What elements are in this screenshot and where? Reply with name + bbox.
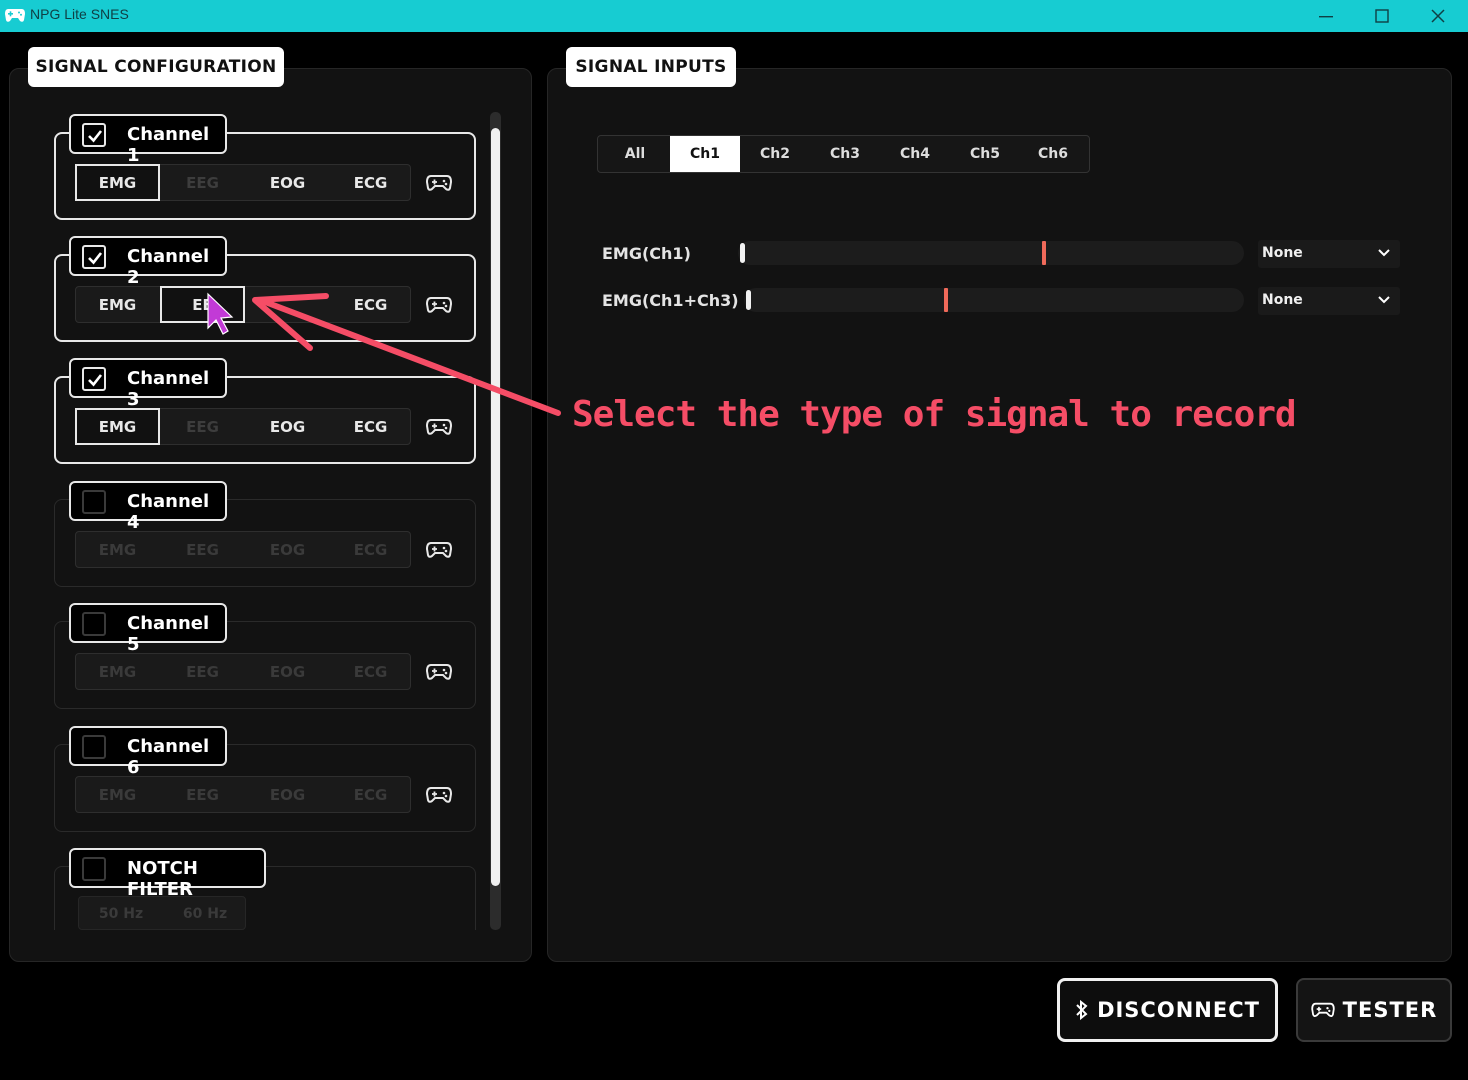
channel-4-eog-option[interactable]: EOG [245,531,330,568]
signal-label: EMG(Ch1) [602,244,691,263]
channel-4-ecg-option[interactable]: ECG [328,531,413,568]
notch-filter-label: NOTCH FILTER [127,858,198,900]
channel-6-eog-option[interactable]: EOG [245,776,330,813]
annotation-text: Select the type of signal to record [572,394,1297,435]
channel-1-emg-option[interactable]: EMG [75,164,160,201]
signal-inputs-title: SIGNAL INPUTS [566,47,736,87]
tab-ch1[interactable]: Ch1 [670,136,740,172]
channel-5-ecg-option[interactable]: ECG [328,653,413,690]
channel-5-emg-option[interactable]: EMG [75,653,160,690]
channel-1-eog-option[interactable]: EOG [245,164,330,201]
channel-4-signal-selector: EMG EEG EOG ECG [75,531,411,568]
tab-ch5[interactable]: Ch5 [950,136,1020,172]
disconnect-label: DISCONNECT [1097,998,1260,1022]
signal-bar-start [746,290,751,310]
channel-4-checkbox[interactable] [82,490,106,514]
signal-level-bar [738,241,1244,265]
channel-2-header[interactable]: Channel 2 [69,236,227,288]
channel-6-checkbox[interactable] [82,735,106,759]
check-icon [88,374,103,387]
notch-filter-checkbox[interactable] [82,857,106,881]
gamepad-icon [1310,1001,1335,1019]
channel-6-label: Channel 6 [127,736,210,778]
disconnect-button[interactable]: DISCONNECT [1057,978,1278,1042]
signal-configuration-title: SIGNAL CONFIGURATION [28,47,284,87]
dropdown-value: None [1262,245,1303,261]
channel-1-ecg-option[interactable]: ECG [328,164,413,201]
tab-ch2[interactable]: Ch2 [740,136,810,172]
signal-label: EMG(Ch1+Ch3) [602,291,739,310]
bluetooth-icon [1075,999,1089,1021]
channel-6-eeg-option[interactable]: EEG [160,776,245,813]
signal-bar-start [740,243,745,263]
channel-5-header[interactable]: Channel 5 [69,603,227,655]
signal-level-bar [744,288,1244,312]
channel-2-emg-option[interactable]: EMG [75,286,160,323]
tab-ch3[interactable]: Ch3 [810,136,880,172]
gamepad-icon[interactable] [426,540,452,560]
channel-5-checkbox[interactable] [82,612,106,636]
notch-60hz-option[interactable]: 60 Hz [163,897,247,931]
tab-ch4[interactable]: Ch4 [880,136,950,172]
channel-4-eeg-option[interactable]: EEG [160,531,245,568]
gamepad-icon [5,9,25,22]
gamepad-icon[interactable] [426,785,452,805]
channel-tabs: All Ch1 Ch2 Ch3 Ch4 Ch5 Ch6 [597,135,1090,173]
cursor-icon [207,292,234,335]
signal-mapping-dropdown[interactable]: None [1258,240,1400,268]
minimize-button[interactable] [1298,0,1354,32]
gamepad-icon[interactable] [426,662,452,682]
close-icon [1431,9,1445,23]
channel-5-signal-selector: EMG EEG EOG ECG [75,653,411,690]
signal-threshold-marker[interactable] [944,288,948,312]
minimize-icon [1319,16,1333,18]
config-scrollbar-thumb[interactable] [491,128,500,886]
tab-ch6[interactable]: Ch6 [1018,136,1088,172]
check-icon [88,252,103,265]
chevron-down-icon [1378,249,1390,257]
channel-1-label: Channel 1 [127,124,210,166]
gamepad-icon[interactable] [426,173,452,193]
channel-3-checkbox[interactable] [82,367,106,391]
channel-6-signal-selector: EMG EEG EOG ECG [75,776,411,813]
channel-2-checkbox[interactable] [82,245,106,269]
tab-all[interactable]: All [600,136,670,172]
title-bar: NPG Lite SNES [0,0,1468,32]
notch-filter-header[interactable]: NOTCH FILTER [69,848,266,900]
maximize-icon [1375,9,1389,23]
close-button[interactable] [1410,0,1466,32]
notch-50hz-option[interactable]: 50 Hz [79,897,163,931]
signal-inputs-panel [547,68,1452,962]
signal-threshold-marker[interactable] [1042,241,1046,265]
channel-4-label: Channel 4 [127,491,210,533]
tester-button[interactable]: TESTER [1296,978,1452,1042]
channel-1-header[interactable]: Channel 1 [69,114,227,166]
channel-1-signal-selector: EMG EEG EOG ECG [75,164,411,201]
channel-6-ecg-option[interactable]: ECG [328,776,413,813]
channel-6-emg-option[interactable]: EMG [75,776,160,813]
window-title: NPG Lite SNES [30,6,129,22]
chevron-down-icon [1378,296,1390,304]
maximize-button[interactable] [1354,0,1410,32]
channel-6-header[interactable]: Channel 6 [69,726,227,778]
dropdown-value: None [1262,292,1303,308]
channel-5-eeg-option[interactable]: EEG [160,653,245,690]
channel-4-header[interactable]: Channel 4 [69,481,227,533]
channel-3-emg-option[interactable]: EMG [75,408,160,445]
tester-label: TESTER [1342,998,1438,1022]
channel-1-checkbox[interactable] [82,123,106,147]
channel-1-eeg-option[interactable]: EEG [160,164,245,201]
check-icon [88,130,103,143]
notch-frequency-selector: 50 Hz 60 Hz [78,896,246,930]
channel-5-label: Channel 5 [127,613,210,655]
annotation-arrow [207,292,561,416]
channel-5-eog-option[interactable]: EOG [245,653,330,690]
signal-mapping-dropdown[interactable]: None [1258,287,1400,315]
channel-4-emg-option[interactable]: EMG [75,531,160,568]
